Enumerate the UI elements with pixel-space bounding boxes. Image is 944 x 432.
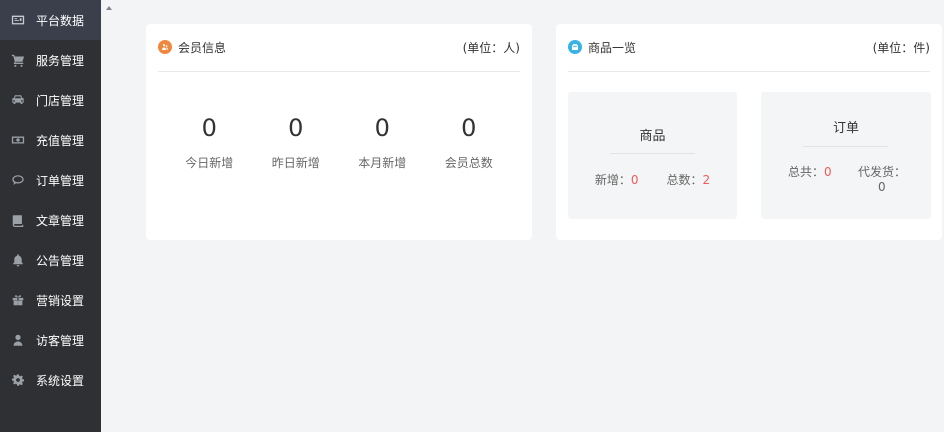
goods-total-count: 总数：2 [667,171,711,188]
member-stats: 0 今日新增 0 昨日新增 0 本月新增 0 会员总数 [146,108,532,178]
divider [568,71,930,72]
stat-label: 会员总数 [444,156,493,170]
sidebar: 平台数据 服务管理 门店管理 充值管理 订单管理 文章管理 公告管理 营销设置 … [0,0,101,432]
main-content: 会员信息 (单位：人) 0 今日新增 0 昨日新增 0 本月新增 0 会员总数 [118,0,944,432]
sidebar-item-announcements[interactable]: 公告管理 [0,240,101,280]
sidebar-item-orders[interactable]: 订单管理 [0,160,101,200]
bell-icon [10,252,26,268]
goods-icon [568,40,582,54]
chat-bubble-icon [10,172,26,188]
goods-unit-label: (单位：件) [872,40,930,55]
scrollbar[interactable] [101,0,118,432]
sidebar-item-label: 访客管理 [36,333,85,348]
goods-overview-card: 商品一览 (单位：件) 商品 新增：0 总数：2 订单 总共：0 代发货： 0 [556,24,942,240]
money-icon [10,132,26,148]
orders-total-value: 0 [824,165,832,179]
goods-total-label: 总数： [666,173,703,187]
member-card-title: 会员信息 [178,40,227,55]
stat-label: 今日新增 [185,156,234,170]
stat-label: 本月新增 [358,156,407,170]
sidebar-item-recharge[interactable]: 充值管理 [0,120,101,160]
sidebar-item-store[interactable]: 门店管理 [0,80,101,120]
sidebar-item-label: 营销设置 [36,293,85,308]
member-unit-label: (单位：人) [462,40,520,55]
sidebar-item-label: 服务管理 [36,53,85,68]
divider [803,146,888,147]
goods-card-title: 商品一览 [588,40,637,55]
book-icon [10,212,26,228]
stat-label: 昨日新增 [271,156,320,170]
stat-value: 0 [374,114,390,142]
orders-pending-label: 代发货： [858,165,907,179]
sidebar-item-service[interactable]: 服务管理 [0,40,101,80]
card-header: 会员信息 (单位：人) [158,38,520,56]
goods-total-value: 2 [702,173,711,187]
sidebar-item-marketing[interactable]: 营销设置 [0,280,101,320]
sidebar-item-articles[interactable]: 文章管理 [0,200,101,240]
goods-new-value: 0 [630,173,639,187]
goods-new-count: 新增：0 [595,171,639,188]
stat-today-new: 0 今日新增 [174,108,244,178]
card-title: 会员信息 [158,39,226,56]
sidebar-item-label: 门店管理 [36,93,85,108]
divider [610,153,695,154]
user-icon [10,332,26,348]
card-title: 商品一览 [568,39,636,56]
sidebar-item-label: 订单管理 [36,173,85,188]
scroll-up-arrow-icon[interactable] [106,6,112,10]
stat-value: 0 [288,114,304,142]
sidebar-item-label: 系统设置 [36,373,85,388]
goods-new-label: 新增： [594,173,631,187]
stat-yesterday-new: 0 昨日新增 [261,108,331,178]
orders-total-label: 总共： [788,165,825,179]
stat-member-total: 0 会员总数 [434,108,504,178]
member-info-card: 会员信息 (单位：人) 0 今日新增 0 昨日新增 0 本月新增 0 会员总数 [146,24,532,240]
dashboard-icon [10,12,26,28]
orders-pending-value: 0 [878,180,886,194]
sidebar-item-platform-data[interactable]: 平台数据 [0,0,101,40]
goods-panel: 商品 新增：0 总数：2 [568,92,737,219]
goods-panel-title: 商品 [639,129,666,144]
sidebar-item-label: 文章管理 [36,213,85,228]
goods-counts: 新增：0 总数：2 [568,171,737,188]
sidebar-item-visitors[interactable]: 访客管理 [0,320,101,360]
stat-value: 0 [201,114,217,142]
sidebar-item-label: 公告管理 [36,253,85,268]
card-header: 商品一览 (单位：件) [568,38,930,56]
sidebar-item-label: 充值管理 [36,133,85,148]
stat-value: 0 [461,114,477,142]
member-icon [158,40,172,54]
cart-icon [10,52,26,68]
orders-total-count: 总共：0 [788,163,832,180]
orders-panel-title: 订单 [832,121,859,136]
stat-month-new: 0 本月新增 [347,108,417,178]
sidebar-item-label: 平台数据 [36,13,85,28]
orders-panel: 订单 总共：0 代发货： 0 [761,92,931,219]
car-icon [10,92,26,108]
gear-icon [10,372,26,388]
sidebar-item-system[interactable]: 系统设置 [0,360,101,400]
gift-icon [10,292,26,308]
divider [158,71,520,72]
